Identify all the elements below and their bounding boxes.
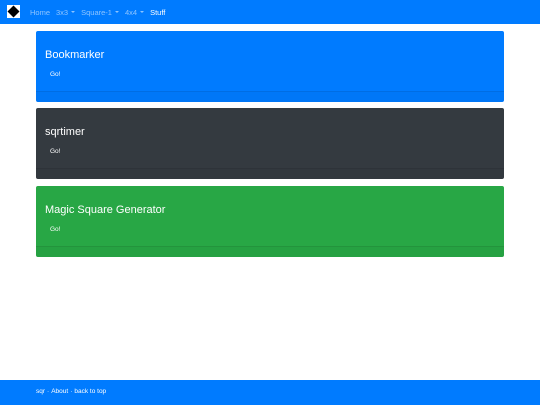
nav-item-3x3[interactable]: 3x3: [56, 7, 76, 17]
footer-link-back-to-top[interactable]: back to top: [74, 388, 106, 395]
go-button[interactable]: Go!: [46, 225, 64, 234]
nav-item-label: Home: [30, 7, 51, 17]
card-title: Magic Square Generator: [45, 204, 166, 216]
nav-item-label: Square-1: [81, 7, 112, 17]
card-footer: [36, 168, 504, 179]
nav-menu: Home 3x3 Square-1 4x4 Stuff: [30, 0, 171, 24]
go-button[interactable]: Go!: [46, 70, 64, 79]
card-title: sqrtimer: [45, 126, 85, 138]
nav-item-home[interactable]: Home: [30, 8, 50, 17]
footer-separator: ·: [47, 388, 50, 395]
top-navbar: Home 3x3 Square-1 4x4 Stuff: [0, 0, 540, 24]
go-button[interactable]: Go!: [46, 147, 64, 156]
chevron-down-icon: [114, 11, 119, 13]
footer-link-sqr[interactable]: sqr: [36, 388, 45, 395]
footer-links: sqr · About · back to top: [36, 388, 106, 395]
card-body: Magic Square Generator Go!: [36, 186, 504, 247]
chevron-down-icon: [71, 11, 76, 13]
nav-item-stuff[interactable]: Stuff: [150, 8, 165, 17]
chevron-down-icon: [140, 11, 145, 13]
footer-separator: ·: [70, 388, 73, 395]
card-bookmarker: Bookmarker Go!: [36, 31, 504, 102]
card-footer: [36, 91, 504, 102]
nav-item-label: 4x4: [124, 7, 138, 17]
brand-logo-icon[interactable]: [7, 5, 20, 18]
nav-item-4x4[interactable]: 4x4: [124, 7, 145, 17]
nav-item-label: Stuff: [150, 7, 166, 17]
page-footer: sqr · About · back to top: [0, 380, 540, 405]
card-title: Bookmarker: [45, 49, 105, 61]
card-sqrtimer: sqrtimer Go!: [36, 108, 504, 179]
footer-link-about[interactable]: About: [51, 388, 68, 395]
card-body: sqrtimer Go!: [36, 108, 504, 169]
card-footer: [36, 246, 504, 257]
card-body: Bookmarker Go!: [36, 31, 504, 92]
nav-item-square-1[interactable]: Square-1: [81, 8, 119, 17]
nav-item-label: 3x3: [56, 7, 69, 17]
card-magic-square-generator: Magic Square Generator Go!: [36, 186, 504, 257]
